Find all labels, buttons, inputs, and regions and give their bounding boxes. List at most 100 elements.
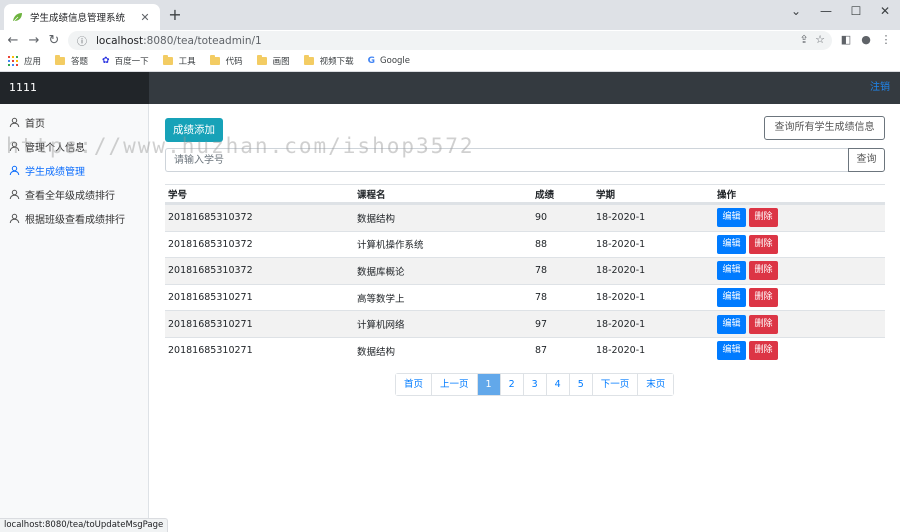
query-all-scores-button[interactable]: 查询所有学生成绩信息 — [764, 116, 885, 140]
delete-button[interactable]: 删除 — [749, 234, 778, 254]
new-tab-icon[interactable]: + — [166, 6, 184, 24]
page-5[interactable]: 5 — [569, 374, 593, 395]
page-last[interactable]: 末页 — [638, 374, 674, 395]
address-bar[interactable]: ⓘ localhost:8080/tea/toteadmin/1 — [68, 31, 832, 50]
folder-icon — [303, 55, 314, 65]
browser-toolbar: ← → ↻ ⓘ localhost:8080/tea/toteadmin/1 ⇪… — [0, 30, 900, 51]
sidebar-item-score-management[interactable]: 学生成绩管理 — [0, 160, 148, 180]
bookmark-label: 工具 — [178, 57, 196, 67]
cell-actions: 编辑 删除 — [714, 261, 885, 281]
delete-button[interactable]: 删除 — [749, 261, 778, 281]
user-icon — [9, 117, 20, 128]
table-row: 20181685310271 高等数学上 78 18-2020-1 编辑 删除 — [165, 283, 885, 311]
sidebar-item-class-ranking[interactable]: 根据班级查看成绩排行 — [0, 208, 148, 228]
brand[interactable]: 1111 — [0, 72, 149, 104]
apps-icon — [8, 56, 18, 66]
edit-button[interactable]: 编辑 — [717, 261, 746, 281]
bookmark-baidu[interactable]: ✿ 百度一下 — [102, 55, 149, 67]
search-button[interactable]: 查询 — [848, 148, 885, 172]
cell-student-id: 20181685310372 — [168, 265, 253, 277]
cell-score: 97 — [535, 318, 548, 330]
maximize-icon[interactable]: ☐ — [841, 0, 871, 24]
sidebar-item-label: 查看全年级成绩排行 — [25, 190, 115, 202]
page-first[interactable]: 首页 — [396, 374, 433, 395]
browser-tab[interactable]: 学生成绩信息管理系统 ✕ — [4, 4, 160, 30]
edit-button[interactable]: 编辑 — [717, 341, 746, 361]
bookmark-apps[interactable]: 应用 — [8, 55, 41, 67]
bookmark-label: 答题 — [71, 57, 89, 67]
cell-term: 18-2020-1 — [596, 265, 646, 277]
table-row: 20181685310372 数据结构 90 18-2020-1 编辑 删除 — [165, 204, 885, 231]
page-3[interactable]: 3 — [523, 374, 547, 395]
main-content: 成绩添加 查询所有学生成绩信息 查询 学号 课程名 成绩 学期 操作 20181… — [149, 104, 900, 532]
cell-actions: 编辑 删除 — [714, 234, 885, 254]
side-panel-icon[interactable]: ◧ — [838, 32, 854, 48]
minimize-icon[interactable]: — — [811, 0, 841, 24]
score-table: 学号 课程名 成绩 学期 操作 20181685310372 数据结构 90 1… — [165, 184, 885, 364]
user-icon — [9, 213, 20, 224]
profile-avatar-icon[interactable]: ● — [858, 32, 874, 48]
google-icon: G — [367, 56, 376, 66]
logout-link[interactable]: 注销 — [870, 72, 890, 104]
sidebar: 首页 管理个人信息 学生成绩管理 查看全年级成绩排行 根据班级查看成绩排行 — [0, 104, 149, 532]
bookmark-folder-code[interactable]: 代码 — [209, 55, 243, 67]
cell-score: 78 — [535, 265, 548, 277]
page-2[interactable]: 2 — [500, 374, 524, 395]
cell-student-id: 20181685310271 — [168, 292, 253, 304]
user-icon — [9, 165, 20, 176]
tab-title: 学生成绩信息管理系统 — [30, 13, 126, 24]
bookmark-label: 百度一下 — [114, 57, 149, 67]
cell-term: 18-2020-1 — [596, 212, 646, 224]
table-row: 20181685310372 数据库概论 78 18-2020-1 编辑 删除 — [165, 257, 885, 284]
bookmark-google[interactable]: G Google — [368, 56, 410, 66]
bookmark-folder-video[interactable]: 视频下载 — [303, 55, 354, 67]
page-1[interactable]: 1 — [477, 374, 501, 395]
table-row: 20181685310271 计算机网络 97 18-2020-1 编辑 删除 — [165, 310, 885, 337]
folder-icon — [209, 55, 220, 65]
bookmark-folder-dati[interactable]: 答题 — [55, 55, 88, 67]
bookmark-folder-draw[interactable]: 画图 — [256, 55, 290, 67]
sidebar-item-label: 根据班级查看成绩排行 — [25, 214, 125, 226]
page-prev[interactable]: 上一页 — [432, 374, 478, 395]
page-4[interactable]: 4 — [546, 374, 570, 395]
browser-tab-bar: 学生成绩信息管理系统 ✕ + ⌄ — ☐ ✕ — [0, 0, 900, 30]
cell-course: 数据结构 — [357, 213, 396, 225]
tab-close-icon[interactable]: ✕ — [138, 11, 152, 24]
bookmarks-bar: 应用 答题 ✿ 百度一下 工具 代码 画图 视频下载 G Google — [0, 51, 900, 72]
delete-button[interactable]: 删除 — [749, 314, 778, 334]
url-host: localhost — [96, 34, 144, 47]
edit-button[interactable]: 编辑 — [717, 288, 746, 308]
bookmark-star-icon[interactable]: ☆ — [812, 32, 828, 48]
sidebar-item-label: 首页 — [25, 118, 45, 130]
cell-term: 18-2020-1 — [596, 345, 646, 357]
page-next[interactable]: 下一页 — [592, 374, 639, 395]
cell-score: 90 — [535, 212, 548, 224]
cell-actions: 编辑 删除 — [714, 288, 885, 308]
delete-button[interactable]: 删除 — [749, 288, 778, 308]
delete-button[interactable]: 删除 — [749, 341, 778, 361]
bookmark-folder-tools[interactable]: 工具 — [162, 55, 196, 67]
delete-button[interactable]: 删除 — [749, 208, 778, 228]
chevron-down-icon[interactable]: ⌄ — [781, 0, 811, 24]
sidebar-item-grade-ranking[interactable]: 查看全年级成绩排行 — [0, 184, 148, 204]
cell-course: 高等数学上 — [357, 293, 405, 305]
info-icon[interactable]: ⓘ — [76, 33, 88, 48]
edit-button[interactable]: 编辑 — [717, 208, 746, 228]
menu-kebab-icon[interactable]: ⋮ — [878, 32, 894, 48]
cell-term: 18-2020-1 — [596, 238, 646, 250]
window-close-icon[interactable]: ✕ — [870, 0, 900, 24]
share-icon[interactable]: ⇪ — [796, 32, 812, 48]
baidu-icon: ✿ — [102, 56, 110, 66]
column-header: 成绩 — [535, 189, 555, 201]
column-header: 学期 — [596, 189, 616, 201]
sidebar-item-home[interactable]: 首页 — [0, 112, 148, 132]
forward-icon[interactable]: → — [25, 32, 43, 50]
back-icon[interactable]: ← — [4, 32, 22, 50]
reload-icon[interactable]: ↻ — [45, 32, 63, 50]
folder-icon — [162, 55, 173, 65]
sidebar-item-label: 学生成绩管理 — [25, 166, 85, 178]
edit-button[interactable]: 编辑 — [717, 314, 746, 334]
edit-button[interactable]: 编辑 — [717, 234, 746, 254]
folder-icon — [256, 55, 267, 65]
cell-actions: 编辑 删除 — [714, 341, 885, 361]
